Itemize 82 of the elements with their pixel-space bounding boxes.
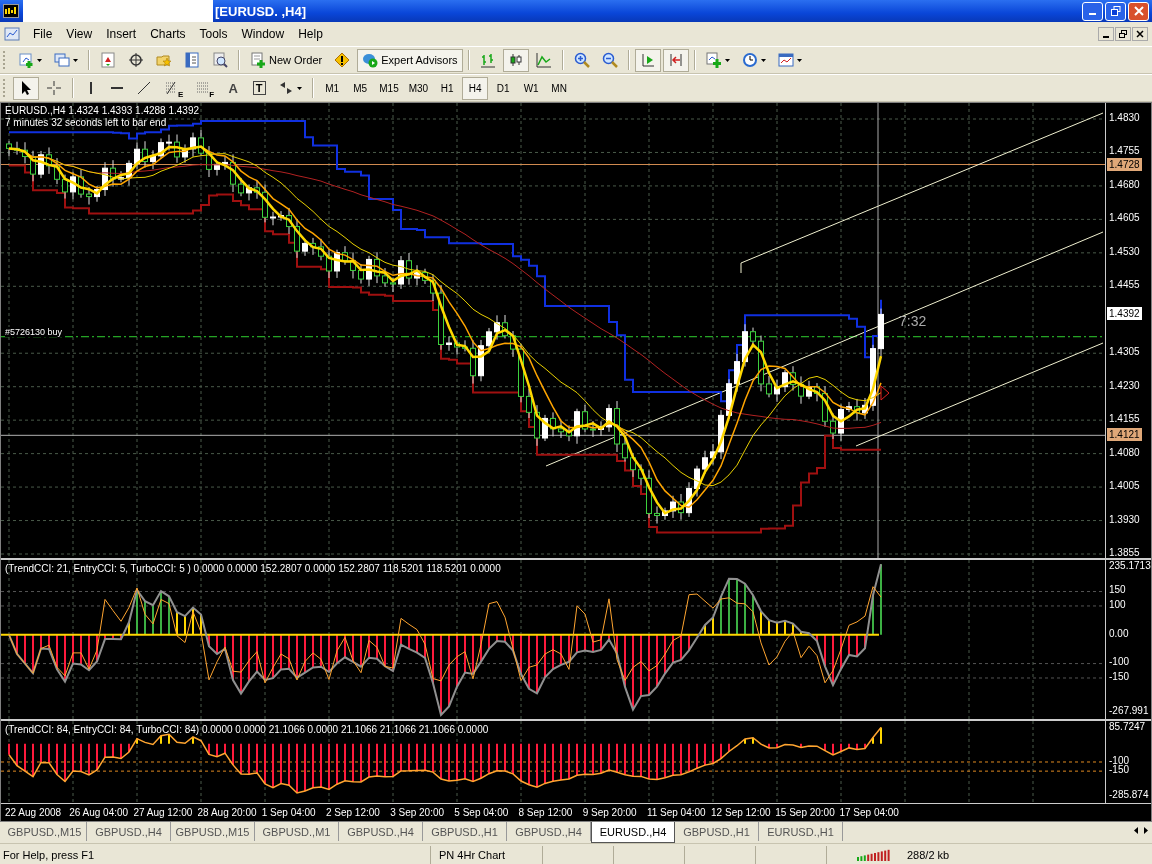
fibo-grid-button[interactable]: F [190,76,220,100]
indicator-scale-label: 235.1713 [1109,559,1151,571]
price-label: 1.4005 [1109,480,1140,492]
indicator-scale-label: -285.874 [1109,788,1149,800]
menu-item[interactable]: File [26,25,60,43]
expert-advisors-button[interactable]: Expert Advisors [357,48,463,72]
indicator-scale-label: 100 [1109,598,1126,610]
price-label: 1.4080 [1109,446,1140,458]
countdown-label: 7:32 [899,313,927,329]
text-button[interactable]: A [221,76,246,100]
timeframe-button[interactable]: MN [546,76,573,100]
price-label: 1.4230 [1109,379,1140,391]
time-label: 12 Sep 12:00 [711,806,772,818]
timeframe-button[interactable]: M1 [319,76,346,100]
time-label: 5 Sep 04:00 [454,806,510,818]
time-label: 2 Sep 12:00 [325,806,381,818]
indicator-legend: (TrendCCI: 21, EntryCCI: 5, TurboCCI: 5 ) 0.0000 0.0000 152.2807 0.0000 152.2807 118.5201 118.5201 0.0000 [5,562,501,574]
chart-tab[interactable]: GBPUSD.,M15 [3,822,87,841]
timeframe-button[interactable]: M30 [404,76,433,100]
price-label: 1.3930 [1109,513,1140,525]
price-label: 1.4755 [1109,145,1140,157]
time-label: 17 Sep 04:00 [839,806,900,818]
chart-tab[interactable]: GBPUSD.,H1 [675,822,759,841]
price-label: 1.4680 [1109,178,1140,190]
timeframe-button[interactable]: W1 [518,76,545,100]
menu-item[interactable]: Window [234,25,292,43]
menu-item[interactable]: Charts [143,25,193,43]
chart-tab[interactable]: GBPUSD.,M15 [171,822,255,841]
chart-tab[interactable]: GBPUSD.,H1 [423,822,507,841]
time-label: 28 Aug 20:00 [197,806,258,818]
price-label: 1.4830 [1109,112,1140,123]
timeframe-button[interactable]: D1 [490,76,517,100]
time-label: 22 Aug 2008 [5,806,63,818]
time-label: 26 Aug 04:00 [69,806,130,818]
chart-tab[interactable]: GBPUSD.,H4 [87,822,171,841]
indicator-scale-label: 0.00 [1109,627,1129,639]
price-label: 1.4605 [1109,212,1140,224]
time-label: 9 Sep 20:00 [582,806,638,818]
price-label: 1.4305 [1109,346,1140,358]
menu-item[interactable]: Help [291,25,330,43]
new-order-button[interactable]: New Order [245,48,328,72]
time-label: 3 Sep 20:00 [390,806,446,818]
price-label: 1.3855 [1109,547,1140,558]
indicator-scale-label: -100 [1109,656,1129,668]
bar-timer: 7 minutes 32 seconds left to bar end [5,117,167,128]
timeframe-button[interactable]: M5 [347,76,374,100]
chart-tab[interactable]: EURUSD.,H1 [759,822,843,841]
price-tag: 1.4392 [1107,307,1142,321]
chart-tab[interactable]: GBPUSD.,H4 [339,822,423,841]
chart-tab[interactable]: GBPUSD.,M1 [255,822,339,841]
indicator-scale-label: 150 [1109,584,1126,596]
status-text: For Help, press F1 [0,846,431,864]
menu-item[interactable]: View [59,25,100,43]
time-label: 11 Sep 04:00 [646,806,707,818]
time-label: 15 Sep 20:00 [775,806,836,818]
chart-tab[interactable]: EURUSD.,H4 [591,822,675,843]
price-tag: 1.4121 [1107,428,1142,442]
fibo-button[interactable]: E [159,76,189,100]
traffic-info: 288/2 kb [906,848,951,863]
symbol-info: EURUSD.,H4 1.4324 1.4393 1.4288 1.4392 [5,105,200,116]
indicator-scale-label: -150 [1109,763,1129,775]
menu-item[interactable]: Tools [192,25,235,43]
price-label: 1.4530 [1109,245,1140,257]
indicator-scale-label: -150 [1109,670,1129,682]
menu-item[interactable]: Insert [99,25,144,43]
indicator-scale-label: -100 [1109,754,1129,766]
price-label: 1.4455 [1109,279,1140,291]
indicator-scale-label: 85.7247 [1109,720,1146,732]
time-label: 27 Aug 12:00 [133,806,194,818]
time-label: 1 Sep 04:00 [261,806,317,818]
timeframe-button[interactable]: H1 [434,76,461,100]
order-label: #5726130 buy [5,327,63,337]
profile-name: PN 4Hr Chart [431,846,543,864]
price-tag: 1.4728 [1107,157,1142,171]
text-label-button[interactable]: T [247,76,272,100]
timeframe-button[interactable]: H4 [462,76,489,100]
indicator-legend: (TrendCCI: 84, EntryCCI: 84, TurboCCI: 84) 0.0000 0.0000 21.1066 0.0000 21.1066 21.1066 21.1066 0.0000 [5,723,489,735]
time-label: 8 Sep 12:00 [518,806,574,818]
timeframe-button[interactable]: M15 [375,76,403,100]
indicator-scale-label: -267.991 [1109,704,1149,716]
window-title: [EURUSD. ,H4] [215,3,306,19]
price-label: 1.4155 [1109,413,1140,425]
